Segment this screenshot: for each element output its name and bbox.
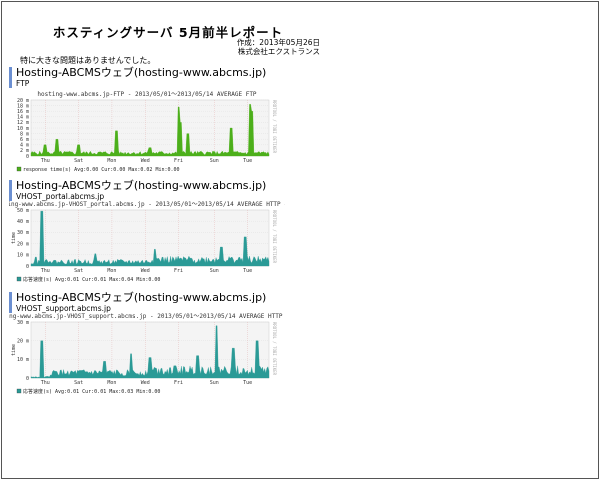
y-tick-label: 20 m [17,338,29,344]
plot-area [30,209,270,267]
chart-vhost-support: ting-www.abcms.jp-VHOST_support.abcms.jp… [9,310,285,406]
x-tick-label: Thu [41,158,50,164]
x-tick-label: Fri [174,380,183,386]
x-tick-label: Mon [107,158,116,164]
section-subtitle: FTP [16,79,30,88]
legend-swatch [16,276,22,282]
y-tick-label: 30 m [17,230,29,236]
y-axis-label: time [11,344,17,356]
y-tick-label: 50 m [17,208,29,214]
x-tick-label: Tue [243,158,252,164]
y-tick-label: 40 m [17,219,29,225]
x-tick-label: Sat [74,268,83,274]
y-tick-label: 0 [26,154,29,160]
x-tick-label: Sun [210,268,219,274]
x-tick-label: Sat [74,380,83,386]
chart-title: ting-www.abcms.jp-VHOST_support.abcms.jp… [9,313,285,320]
chart-svg: ting-www.abcms.jp-VHOST_support.abcms.jp… [9,313,285,395]
company-name: 株式会社エクストランス [237,47,320,56]
x-tick-label: Fri [174,158,183,164]
y-tick-label: 10 m [17,253,29,259]
chart-ftp: hosting-www.abcms.jp-FTP - 2013/05/01～20… [9,88,285,184]
legend-text: 応答速度(s) Avg:0.01 Cur:0.01 Max:0.03 Min:0… [23,388,160,395]
x-tick-label: Sun [210,380,219,386]
rrdtool-watermark: RRDTOOL / TOBI OETIKER [272,322,277,376]
section-title: Hosting-ABCMSウェブ(hosting-www.abcms.jp) [16,179,267,192]
rrdtool-watermark: RRDTOOL / TOBI OETIKER [272,210,277,264]
legend-swatch [16,166,22,172]
section-ftp: Hosting-ABCMSウェブ(hosting-www.abcms.jp) F… [9,67,266,88]
report-meta: 作成：2013年05月26日 株式会社エクストランス [200,38,320,56]
section-title: Hosting-ABCMSウェブ(hosting-www.abcms.jp) [16,291,267,304]
legend-text: response time(s) Avg:0.00 Cur:0.00 Max:0… [23,167,180,173]
chart-svg: hosting-www.abcms.jp-FTP - 2013/05/01～20… [16,91,277,173]
chart-vhost-portal: ting-www.abcms.jp-VHOST_portal.abcms.jp … [9,198,285,294]
y-tick-label: 0 [26,264,29,270]
x-tick-label: Thu [41,268,50,274]
x-tick-label: Mon [107,268,116,274]
y-tick-label: 30 m [17,320,29,326]
x-tick-label: Thu [41,380,50,386]
chart-title: hosting-www.abcms.jp-FTP - 2013/05/01～20… [37,91,257,98]
created-date: 作成：2013年05月26日 [236,38,320,47]
x-tick-label: Tue [243,380,252,386]
y-axis-label: time [11,232,17,244]
x-tick-label: Sat [74,158,83,164]
legend-swatch [16,388,22,394]
section-header: Hosting-ABCMSウェブ(hosting-www.abcms.jp) F… [9,67,266,88]
y-tick-label: 0 [26,376,29,382]
x-tick-label: Wed [141,268,150,274]
y-tick-label: 20 m [17,241,29,247]
x-tick-label: Fri [174,268,183,274]
x-tick-label: Sun [210,158,219,164]
x-tick-label: Mon [107,380,116,386]
chart-svg: ting-www.abcms.jp-VHOST_portal.abcms.jp … [9,201,285,283]
x-tick-label: Wed [141,380,150,386]
x-tick-label: Tue [243,268,252,274]
section-title: Hosting-ABCMSウェブ(hosting-www.abcms.jp) [16,66,267,79]
legend-text: 応答速度(s) Avg:0.01 Cur:0.01 Max:0.04 Min:0… [23,276,160,283]
x-tick-label: Wed [141,158,150,164]
report-note: 特に大きな問題はありませんでした。 [20,56,156,65]
chart-title: ting-www.abcms.jp-VHOST_portal.abcms.jp … [9,201,285,208]
rrdtool-watermark: RRDTOOL / TOBI OETIKER [272,100,277,154]
y-tick-label: 10 m [17,357,29,363]
